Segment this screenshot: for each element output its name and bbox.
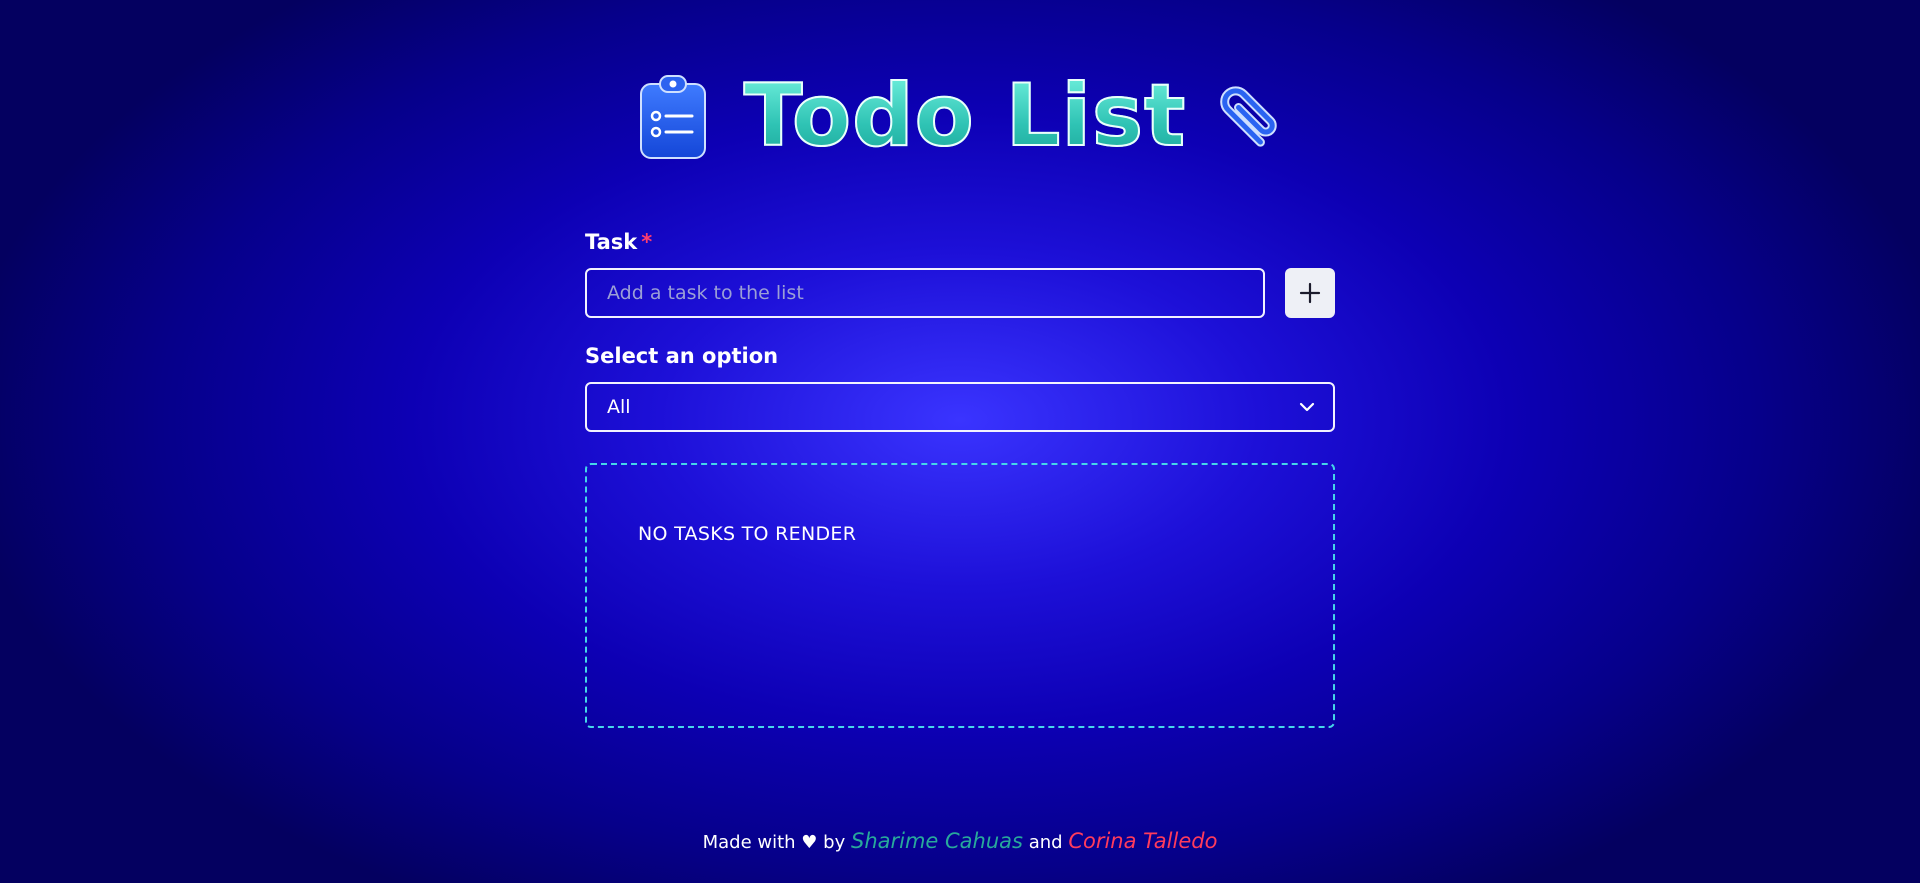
filter-select-value: All (607, 396, 631, 418)
chevron-down-icon (1299, 402, 1315, 412)
footer: Made with ♥ by Sharime Cahuas and Corina… (0, 829, 1920, 853)
author-link-2[interactable]: Corina Talledo (1068, 829, 1217, 853)
clipboard-list-icon (639, 75, 706, 159)
footer-by: by (823, 832, 846, 853)
task-label: Task * (585, 230, 1335, 254)
todo-form: Task* Select an option All NO TASKS TO R… (585, 230, 1335, 728)
author-link-1[interactable]: Sharime Cahuas (851, 829, 1023, 853)
page-header: Todo List (0, 72, 1920, 160)
empty-state-message: NO TASKS TO RENDER (638, 523, 857, 545)
task-input-row (585, 268, 1335, 318)
add-task-button[interactable] (1285, 268, 1335, 318)
footer-and: and (1028, 832, 1063, 853)
page-title: Todo List (743, 66, 1187, 166)
task-input[interactable] (585, 268, 1265, 318)
required-mark: * (641, 230, 653, 254)
heart-icon: ♥ (801, 832, 818, 853)
paperclip-icon (1220, 86, 1277, 147)
task-list: NO TASKS TO RENDER (585, 463, 1335, 728)
footer-prefix: Made with (702, 832, 796, 853)
filter-select[interactable]: All (585, 382, 1335, 432)
task-label-text: Task (585, 230, 638, 254)
plus-icon (1299, 282, 1321, 304)
select-label: Select an option (585, 344, 779, 368)
